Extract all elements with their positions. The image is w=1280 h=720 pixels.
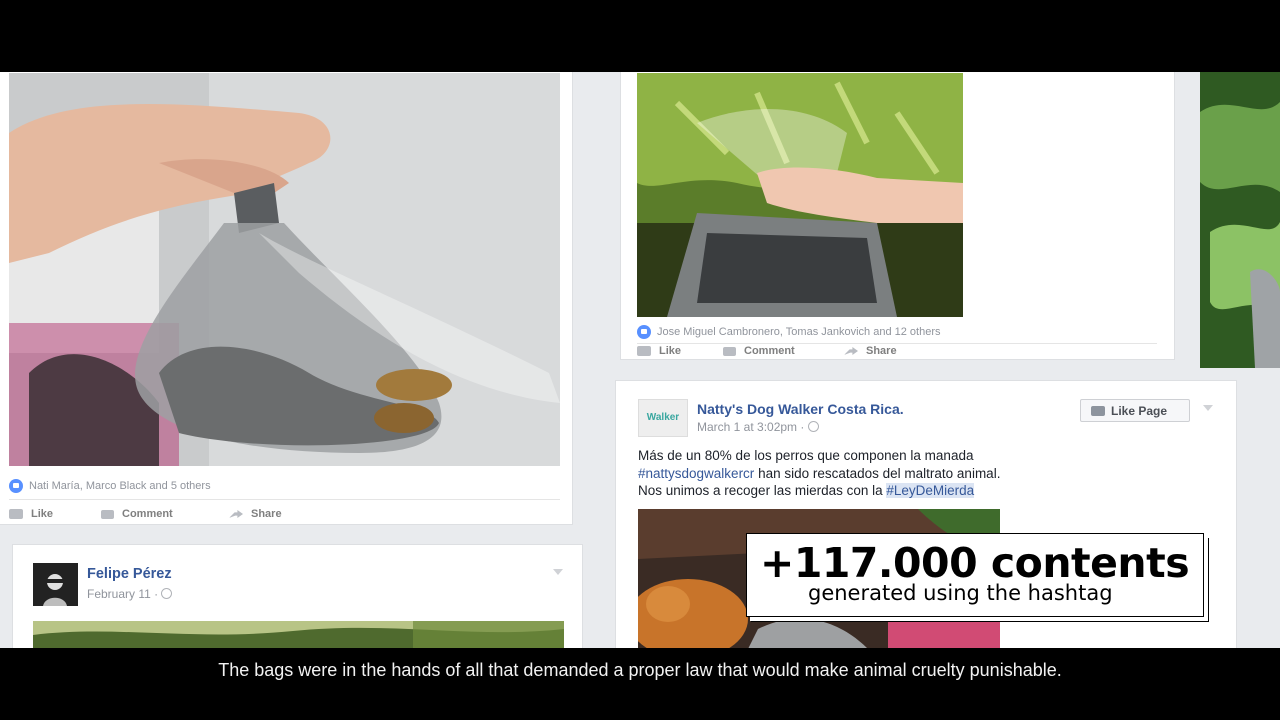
- post-actions: Like Comment Share: [637, 345, 1157, 357]
- divider: [637, 343, 1157, 344]
- like-label: Like: [659, 345, 682, 357]
- avatar[interactable]: [33, 563, 78, 606]
- post-text-line2-rest: han sido rescatados del maltrato animal.: [754, 465, 1001, 481]
- share-button[interactable]: Share: [844, 345, 944, 357]
- like-page-button[interactable]: Like Page: [1080, 399, 1190, 422]
- share-icon: [229, 510, 243, 518]
- post-photo-right-edge[interactable]: [1200, 72, 1280, 368]
- avatar-logo-text: Walker: [646, 412, 680, 423]
- post-card-felipe: Felipe Pérez February 11 ·: [12, 544, 583, 648]
- comment-label: Comment: [122, 508, 173, 520]
- stat-overlay: +117.000 contents generated using the ha…: [746, 533, 1204, 617]
- stat-caption: generated using the hashtag: [808, 581, 1113, 605]
- thumbs-up-icon: [9, 509, 23, 519]
- share-icon: [844, 347, 858, 355]
- share-label: Share: [251, 508, 282, 520]
- globe-icon: [161, 588, 173, 599]
- like-reaction-icon: [637, 325, 651, 339]
- video-subtitle: The bags were in the hands of all that d…: [218, 660, 1062, 680]
- post-photo-bag-hand[interactable]: [9, 73, 560, 466]
- post-text: Más de un 80% de los perros que componen…: [638, 447, 1218, 500]
- divider: [9, 499, 560, 500]
- globe-icon: [807, 421, 819, 432]
- chevron-down-icon[interactable]: [553, 569, 563, 575]
- page-avatar[interactable]: Walker: [638, 399, 688, 437]
- stat-headline: +117.000 contents: [760, 539, 1190, 587]
- post-photo-felipe[interactable]: [33, 621, 564, 648]
- like-reaction-icon: [9, 479, 23, 493]
- share-button[interactable]: Share: [229, 508, 329, 520]
- comment-icon: [101, 509, 114, 519]
- hashtag-link[interactable]: #nattysdogwalkercr: [638, 466, 754, 481]
- post-card-middle: Jose Miguel Cambronero, Tomas Jankovich …: [620, 72, 1175, 360]
- share-label: Share: [866, 345, 897, 357]
- reaction-summary[interactable]: Nati María, Marco Black and 5 others: [9, 479, 211, 493]
- comment-label: Comment: [744, 345, 795, 357]
- post-text-line3: Nos unimos a recoger las mierdas con la …: [638, 482, 1218, 500]
- hashtag-link[interactable]: #LeyDeMierda: [886, 483, 975, 498]
- comment-button[interactable]: Comment: [101, 508, 229, 520]
- post-text-line3-text: Nos unimos a recoger las mierdas con la: [638, 483, 887, 498]
- reaction-names: Jose Miguel Cambronero, Tomas Jankovich …: [657, 326, 941, 338]
- like-button[interactable]: Like: [637, 345, 723, 357]
- like-page-label: Like Page: [1111, 403, 1168, 418]
- thumbs-up-icon: [637, 346, 651, 356]
- post-actions: Like Comment Share: [9, 508, 560, 520]
- post-date[interactable]: February 11 ·: [87, 587, 173, 601]
- post-photo-bag-garden[interactable]: [637, 73, 963, 317]
- post-card-left: Nati María, Marco Black and 5 others Lik…: [0, 72, 573, 525]
- thumbs-up-icon: [1091, 405, 1105, 416]
- like-button[interactable]: Like: [9, 508, 101, 520]
- post-text-line2: #nattysdogwalkercr han sido rescatados d…: [638, 465, 1218, 483]
- reaction-names: Nati María, Marco Black and 5 others: [29, 480, 211, 492]
- post-date-text: March 1 at 3:02pm ·: [697, 420, 808, 434]
- reaction-summary[interactable]: Jose Miguel Cambronero, Tomas Jankovich …: [637, 325, 941, 339]
- video-frame: Nati María, Marco Black and 5 others Lik…: [0, 72, 1280, 648]
- chevron-down-icon[interactable]: [1203, 405, 1213, 411]
- comment-icon: [723, 346, 736, 356]
- post-date-text: February 11 ·: [87, 587, 162, 601]
- post-date[interactable]: March 1 at 3:02pm ·: [697, 420, 819, 434]
- comment-button[interactable]: Comment: [723, 345, 844, 357]
- like-label: Like: [31, 508, 54, 520]
- author-name[interactable]: Felipe Pérez: [87, 566, 172, 582]
- page-name[interactable]: Natty's Dog Walker Costa Rica.: [697, 401, 904, 417]
- post-text-line1: Más de un 80% de los perros que componen…: [638, 448, 974, 463]
